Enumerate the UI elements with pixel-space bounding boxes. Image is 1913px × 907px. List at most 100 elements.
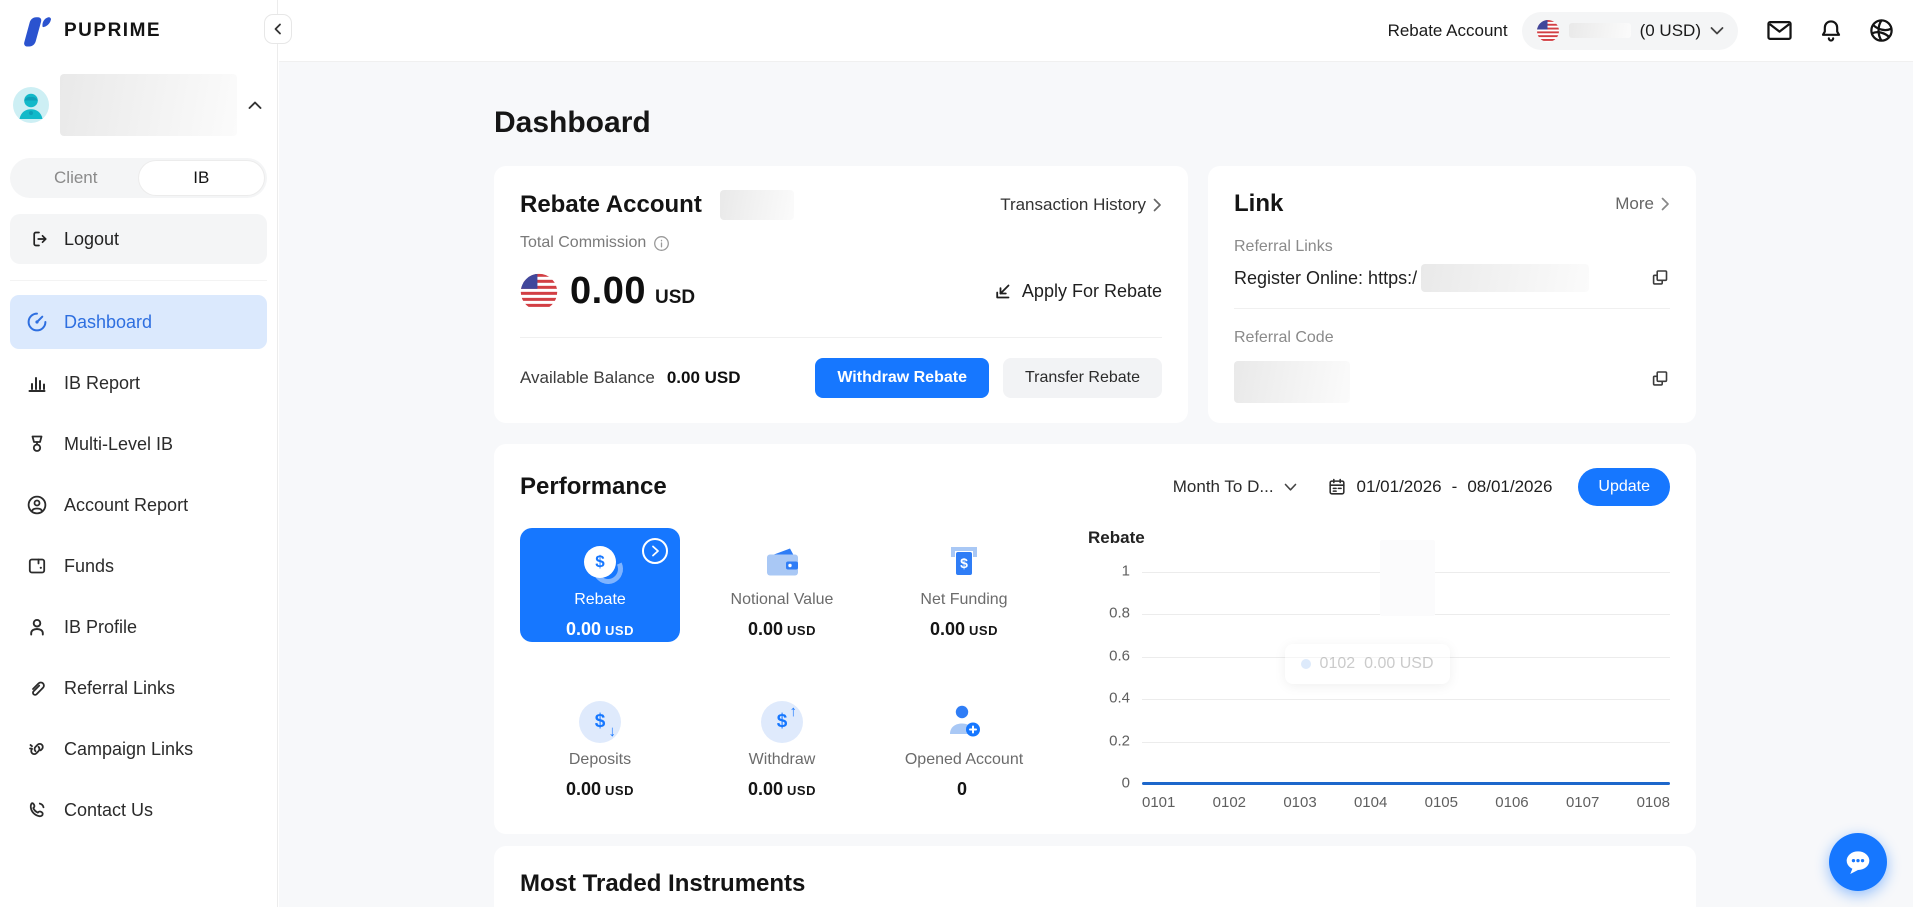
sidebar-item-contact-us[interactable]: Contact Us	[10, 783, 267, 837]
us-flag-icon	[520, 273, 558, 311]
top-header: Rebate Account (0 USD)	[279, 0, 1913, 62]
gridline	[1142, 699, 1670, 700]
date-from: 01/01/2026	[1357, 477, 1442, 497]
chart-tooltip: 0102 0.00 USD	[1285, 644, 1450, 684]
link-card-title: Link	[1234, 190, 1283, 218]
period-selector[interactable]: Month To D...	[1173, 477, 1297, 497]
tile-unit: USD	[605, 623, 634, 638]
tile-unit: USD	[605, 783, 634, 798]
client-ib-toggle: Client IB	[10, 158, 267, 198]
link-card: Link More Referral Links Register Online…	[1208, 166, 1696, 423]
withdraw-rebate-button[interactable]: Withdraw Rebate	[815, 358, 989, 398]
tile-unit: USD	[787, 623, 816, 638]
rebate-chart: Rebate 1 0.8 0.6 0.4 0.2 0	[1088, 528, 1670, 811]
rebate-account-card: Rebate Account Transaction History Total…	[494, 166, 1188, 423]
x-axis-tick: 0107	[1566, 794, 1599, 811]
tile-deposits[interactable]: $↓ Deposits 0.00USD	[520, 688, 680, 802]
globe-icon[interactable]	[1868, 17, 1895, 44]
live-chat-button[interactable]	[1829, 833, 1887, 891]
performance-card: Performance Month To D... 01/01/2026 - 0…	[494, 444, 1696, 834]
referral-link-blurred	[1421, 264, 1589, 292]
tile-label: Deposits	[569, 751, 631, 769]
info-icon[interactable]	[653, 235, 670, 252]
sidebar-item-campaign-links[interactable]: Campaign Links	[10, 722, 267, 776]
sidebar-item-referral-links[interactable]: Referral Links	[10, 661, 267, 715]
gridline	[1142, 742, 1670, 743]
card-divider	[1234, 308, 1670, 309]
bell-icon[interactable]	[1817, 17, 1844, 44]
tile-value: 0	[957, 779, 967, 799]
avatar	[12, 86, 50, 124]
sidebar-item-account-report[interactable]: Account Report	[10, 478, 267, 532]
multi-level-icon	[26, 433, 48, 455]
rebate-account-id-blurred	[720, 190, 794, 220]
y-axis-tick: 0.6	[1082, 647, 1130, 664]
logout-button[interactable]: Logout	[10, 214, 267, 264]
tile-notional-value[interactable]: Notional Value 0.00 USD	[702, 528, 862, 642]
sidebar-item-multi-level-ib[interactable]: Multi-Level IB	[10, 417, 267, 471]
tile-rebate[interactable]: $ Rebate 0.00USD	[520, 528, 680, 642]
toggle-client[interactable]: Client	[13, 161, 139, 195]
sidebar-collapse-button[interactable]	[264, 14, 292, 44]
performance-title: Performance	[520, 473, 667, 501]
tile-value: 0.00	[748, 779, 783, 799]
add-account-icon	[942, 698, 986, 746]
user-name-blurred	[60, 74, 237, 136]
tile-unit: USD	[787, 783, 816, 798]
account-selector[interactable]: (0 USD)	[1522, 12, 1738, 50]
chevron-right-icon	[1661, 197, 1670, 211]
chart-line-series	[1142, 782, 1670, 785]
transfer-rebate-button[interactable]: Transfer Rebate	[1003, 358, 1162, 398]
available-balance-label: Available Balance	[520, 368, 655, 388]
update-button[interactable]: Update	[1578, 468, 1670, 506]
chevron-right-icon	[1153, 198, 1162, 212]
logout-icon	[30, 229, 50, 249]
person-circle-icon	[26, 494, 48, 516]
phone-icon	[26, 799, 48, 821]
sidebar-item-dashboard[interactable]: Dashboard	[10, 295, 267, 349]
sidebar-item-ib-report[interactable]: IB Report	[10, 356, 267, 410]
wallet-icon	[26, 555, 48, 577]
apply-rebate-label: Apply For Rebate	[1022, 281, 1162, 302]
sidebar: PUPRIME Client IB Logou	[0, 0, 278, 907]
date-to: 08/01/2026	[1467, 477, 1552, 497]
tile-unit: USD	[969, 623, 998, 638]
brand-name: PUPRIME	[64, 20, 161, 42]
copy-icon	[1650, 369, 1670, 389]
x-axis-tick: 0108	[1637, 794, 1670, 811]
y-axis-tick: 0	[1082, 775, 1130, 792]
sidebar-item-funds[interactable]: Funds	[10, 539, 267, 593]
total-commission-label: Total Commission	[520, 234, 646, 252]
person-icon	[26, 616, 48, 638]
mail-icon[interactable]	[1766, 17, 1793, 44]
tile-label: Opened Account	[905, 751, 1023, 769]
dollar-down-icon: $↓	[579, 701, 621, 743]
rebate-coin-icon: $	[584, 546, 616, 578]
sidebar-item-ib-profile[interactable]: IB Profile	[10, 600, 267, 654]
wallet-money-icon	[760, 538, 804, 586]
chevron-down-icon	[1710, 26, 1724, 36]
calendar-icon	[1327, 477, 1347, 497]
sidebar-item-label: Dashboard	[64, 312, 152, 333]
tile-withdraw[interactable]: $↑ Withdraw 0.00USD	[702, 688, 862, 802]
copy-referral-code-button[interactable]	[1650, 369, 1670, 389]
toggle-ib[interactable]: IB	[139, 161, 265, 195]
apply-for-rebate-link[interactable]: Apply For Rebate	[994, 281, 1162, 302]
transaction-history-link[interactable]: Transaction History	[1000, 195, 1162, 215]
chevron-left-icon	[272, 23, 284, 35]
date-range-picker[interactable]: 01/01/2026 - 08/01/2026	[1327, 477, 1553, 497]
tile-arrow-icon[interactable]	[642, 538, 668, 564]
profile-row[interactable]	[0, 62, 277, 140]
tile-net-funding[interactable]: $ Net Funding 0.00USD	[884, 528, 1044, 642]
tile-label: Notional Value	[731, 591, 834, 609]
tile-value: 0.00	[748, 619, 783, 639]
more-link[interactable]: More	[1615, 194, 1670, 214]
period-selector-value: Month To D...	[1173, 477, 1274, 497]
sidebar-item-label: Funds	[64, 556, 114, 577]
tile-opened-account[interactable]: Opened Account 0	[884, 688, 1044, 802]
total-commission-currency: USD	[655, 287, 695, 309]
x-axis-tick: 0105	[1425, 794, 1458, 811]
copy-referral-link-button[interactable]	[1650, 268, 1670, 288]
apply-rebate-icon	[994, 282, 1013, 301]
us-flag-icon	[1536, 19, 1560, 43]
